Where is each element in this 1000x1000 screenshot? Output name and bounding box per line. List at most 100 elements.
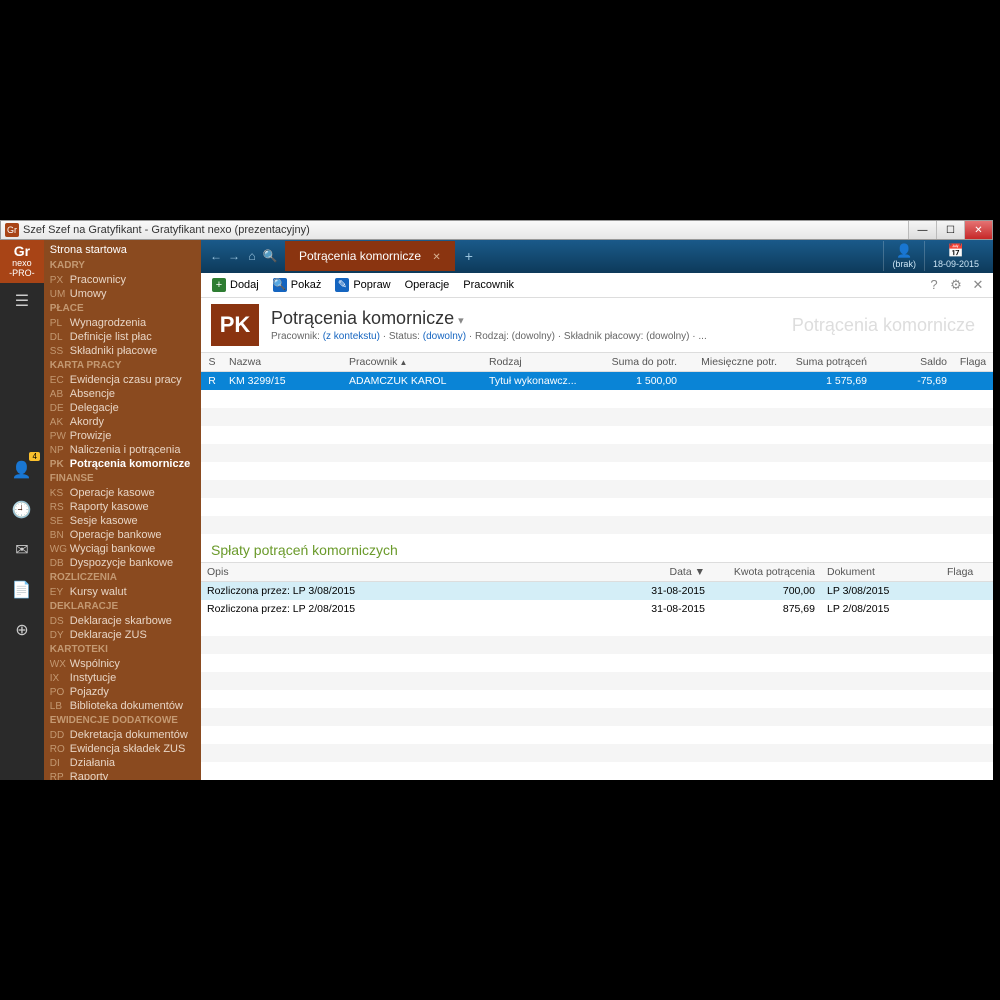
nav-item-ey[interactable]: EYKursy walut xyxy=(44,585,201,599)
nav-item-dl[interactable]: DLDefinicje list płac xyxy=(44,330,201,344)
grid-row[interactable]: RKM 3299/15ADAMCZUK KAROLTytuł wykonawcz… xyxy=(201,372,993,390)
grid-row-empty xyxy=(201,408,993,426)
navigation-tree: Strona startowa KADRYPXPracownicyUMUmowy… xyxy=(44,240,201,780)
clock-icon[interactable]: 🕘 xyxy=(8,496,36,524)
subgrid-row-empty xyxy=(201,672,993,690)
content-area: ← → ⌂ 🔍 Potrącenia komornicze ✕ + 👤 (bra… xyxy=(201,240,993,780)
toolbar: +Dodaj 🔍Pokaż ✎Popraw Operacje Pracownik… xyxy=(201,273,993,298)
nav-item-di[interactable]: DIDziałania xyxy=(44,756,201,770)
nav-item-px[interactable]: PXPracownicy xyxy=(44,273,201,287)
nav-section: KARTA PRACY xyxy=(44,358,201,373)
context-indicator[interactable]: 👤 (brak) xyxy=(883,241,924,271)
window-title: Szef Szef na Gratyfikant - Gratyfikant n… xyxy=(23,224,908,236)
grid-row-empty xyxy=(201,462,993,480)
subgrid-row-empty xyxy=(201,654,993,672)
nav-item-wx[interactable]: WXWspólnicy xyxy=(44,657,201,671)
grid-row-empty xyxy=(201,516,993,534)
nav-section: KADRY xyxy=(44,258,201,273)
nav-item-pw[interactable]: PWProwizje xyxy=(44,429,201,443)
nav-item-dd[interactable]: DDDekretacja dokumentów xyxy=(44,728,201,742)
subgrid-row-empty xyxy=(201,726,993,744)
nav-item-de[interactable]: DEDelegacje xyxy=(44,401,201,415)
sort-desc-icon: ▼ xyxy=(695,566,705,578)
nav-item-pk[interactable]: PKPotrącenia komornicze xyxy=(44,457,201,471)
nav-item-po[interactable]: POPojazdy xyxy=(44,685,201,699)
show-button[interactable]: 🔍Pokaż xyxy=(268,276,327,294)
home-icon[interactable]: ⌂ xyxy=(243,249,261,263)
nav-item-db[interactable]: DBDyspozycje bankowe xyxy=(44,556,201,570)
module-badge: PK xyxy=(211,304,259,346)
subgrid-row[interactable]: Rozliczona przez: LP 3/08/201531-08-2015… xyxy=(201,582,993,600)
nav-section: EWIDENCJE DODATKOWE xyxy=(44,713,201,728)
minimize-button[interactable]: — xyxy=(908,221,936,239)
tab-bar: ← → ⌂ 🔍 Potrącenia komornicze ✕ + 👤 (bra… xyxy=(201,240,993,273)
nav-section: FINANSE xyxy=(44,471,201,486)
person-icon: 👤 xyxy=(892,243,916,259)
nav-item-bn[interactable]: BNOperacje bankowe xyxy=(44,528,201,542)
subgrid-row-empty xyxy=(201,744,993,762)
nav-item-ro[interactable]: ROEwidencja składek ZUS xyxy=(44,742,201,756)
operations-menu[interactable]: Operacje xyxy=(400,277,455,293)
grid-row-empty xyxy=(201,426,993,444)
subgrid-row-empty xyxy=(201,708,993,726)
nav-start[interactable]: Strona startowa xyxy=(44,242,201,258)
nav-section: PŁACE xyxy=(44,301,201,316)
search-icon[interactable]: 🔍 xyxy=(261,249,279,263)
nav-item-ss[interactable]: SSSkładniki płacowe xyxy=(44,344,201,358)
tab-label: Potrącenia komornicze xyxy=(299,249,421,263)
back-arrow-icon[interactable]: ← xyxy=(207,249,225,263)
forward-arrow-icon[interactable]: → xyxy=(225,249,243,263)
subgrid-row-empty xyxy=(201,618,993,636)
pencil-icon: ✎ xyxy=(335,278,349,292)
grid-row-empty xyxy=(201,390,993,408)
page-title[interactable]: Potrącenia komornicze▾ xyxy=(271,308,707,329)
nav-item-ks[interactable]: KSOperacje kasowe xyxy=(44,486,201,500)
subgrid-row-empty xyxy=(201,762,993,780)
tab-close-icon[interactable]: ✕ xyxy=(432,252,440,263)
edit-button[interactable]: ✎Popraw xyxy=(330,276,395,294)
nav-item-rp[interactable]: RPRaporty xyxy=(44,770,201,780)
nav-item-np[interactable]: NPNaliczenia i potrącenia xyxy=(44,443,201,457)
subgrid-header[interactable]: Opis Data ▼ Kwota potrącenia Dokument Fl… xyxy=(201,562,993,582)
grid-row-empty xyxy=(201,498,993,516)
watermark-title: Potrącenia komornicze xyxy=(792,315,983,336)
filter-bar[interactable]: Pracownik: (z kontekstu) · Status: (dowo… xyxy=(271,331,707,342)
nav-item-ab[interactable]: ABAbsencje xyxy=(44,387,201,401)
date-indicator[interactable]: 📅 18-09-2015 xyxy=(924,241,987,271)
add-icon[interactable]: ⊕ xyxy=(8,616,36,644)
chevron-down-icon: ▾ xyxy=(458,315,464,327)
panel-close-icon[interactable]: ✕ xyxy=(969,277,987,293)
app-icon: Gr xyxy=(5,223,19,237)
help-icon[interactable]: ? xyxy=(925,277,943,292)
nav-item-ak[interactable]: AKAkordy xyxy=(44,415,201,429)
plus-icon: + xyxy=(212,278,226,292)
app-window: Gr Szef Szef na Gratyfikant - Gratyfikan… xyxy=(0,220,993,780)
nav-item-lb[interactable]: LBBiblioteka dokumentów xyxy=(44,699,201,713)
cert-icon[interactable]: 📄 xyxy=(8,576,36,604)
titlebar: Gr Szef Szef na Gratyfikant - Gratyfikan… xyxy=(0,220,993,240)
nav-item-dy[interactable]: DYDeklaracje ZUS xyxy=(44,628,201,642)
nav-item-ds[interactable]: DSDeklaracje skarbowe xyxy=(44,614,201,628)
users-icon[interactable]: 👤4 xyxy=(8,456,36,484)
close-button[interactable]: ✕ xyxy=(964,221,992,239)
menu-icon[interactable]: ☰ xyxy=(15,291,29,311)
subgrid-row-empty xyxy=(201,690,993,708)
nav-item-wg[interactable]: WGWyciągi bankowe xyxy=(44,542,201,556)
mail-icon[interactable]: ✉ xyxy=(8,536,36,564)
add-button[interactable]: +Dodaj xyxy=(207,276,264,294)
grid-header[interactable]: S Nazwa Pracownik▲ Rodzaj Suma do potr. … xyxy=(201,352,993,372)
tab-add-button[interactable]: + xyxy=(465,248,473,264)
grid-row-empty xyxy=(201,480,993,498)
nav-item-rs[interactable]: RSRaporty kasowe xyxy=(44,500,201,514)
nav-item-ec[interactable]: ECEwidencja czasu pracy xyxy=(44,373,201,387)
active-tab[interactable]: Potrącenia komornicze ✕ xyxy=(285,241,455,271)
subgrid-row[interactable]: Rozliczona przez: LP 2/08/201531-08-2015… xyxy=(201,600,993,618)
nav-item-ix[interactable]: IXInstytucje xyxy=(44,671,201,685)
nav-item-um[interactable]: UMUmowy xyxy=(44,287,201,301)
maximize-button[interactable]: ☐ xyxy=(936,221,964,239)
sort-asc-icon: ▲ xyxy=(399,358,407,367)
nav-item-pl[interactable]: PLWynagrodzenia xyxy=(44,316,201,330)
employee-menu[interactable]: Pracownik xyxy=(458,277,519,293)
nav-item-se[interactable]: SESesje kasowe xyxy=(44,514,201,528)
gear-icon[interactable]: ⚙ xyxy=(947,277,965,293)
